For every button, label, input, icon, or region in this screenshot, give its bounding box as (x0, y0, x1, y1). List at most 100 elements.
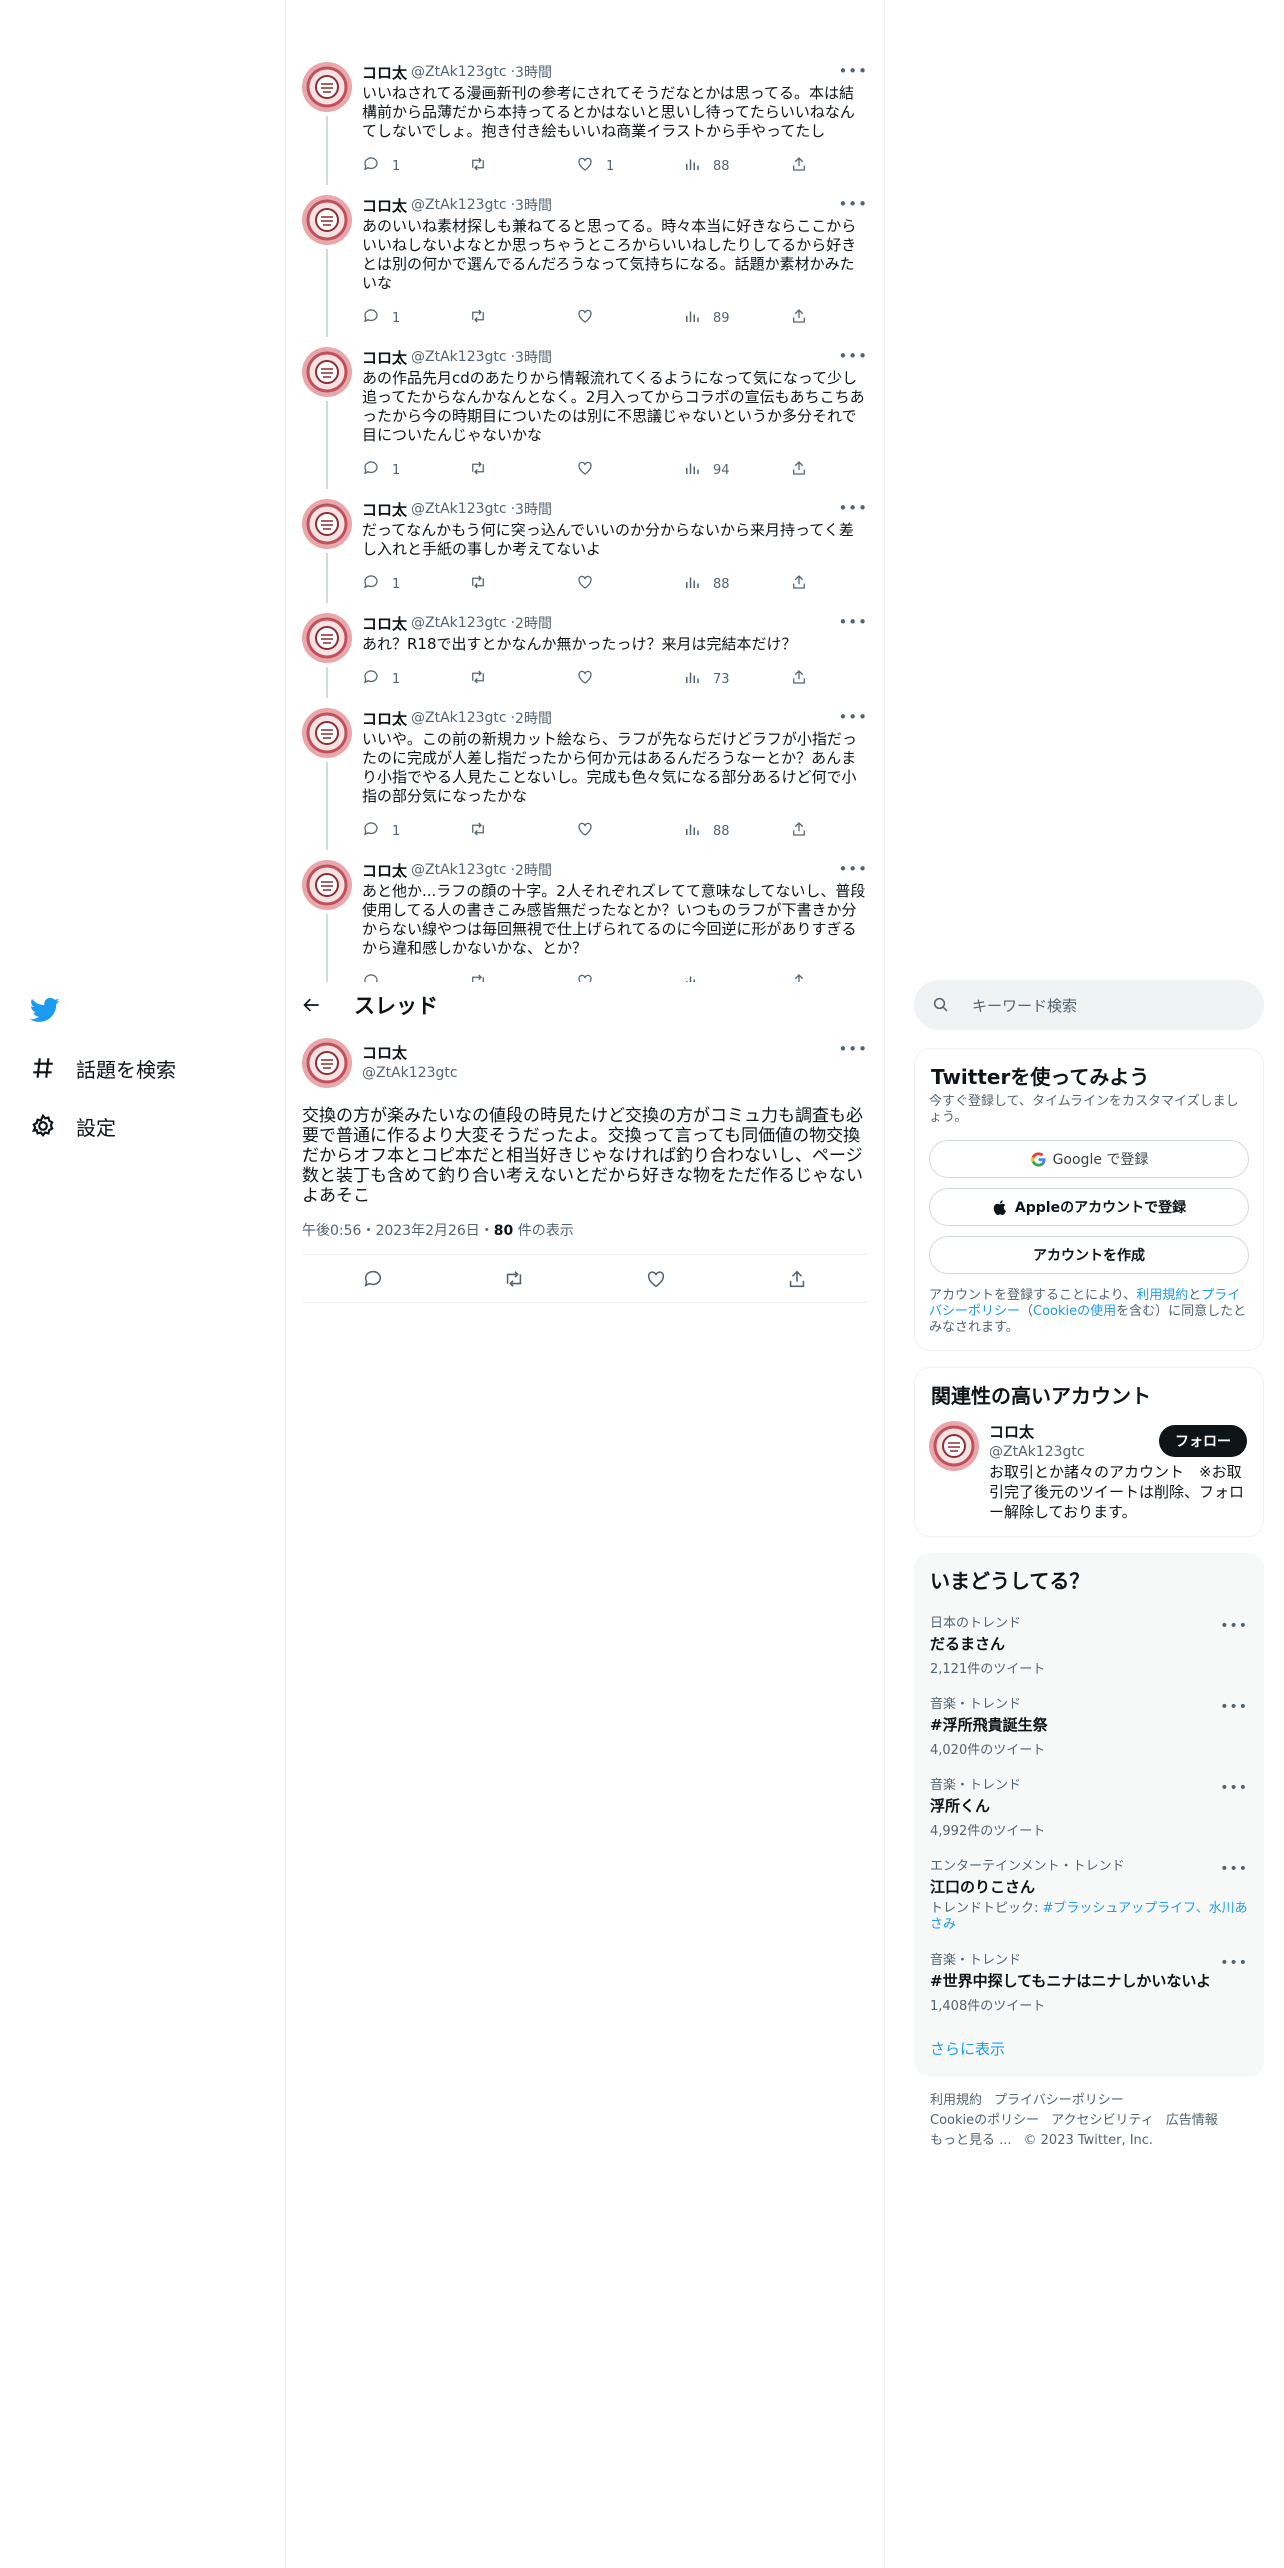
footer-ads[interactable]: 広告情報 (1166, 2113, 1218, 2128)
like-button[interactable] (576, 307, 666, 329)
user-handle[interactable]: @ZtAk123gtc (411, 197, 507, 213)
reply-button[interactable] (362, 972, 452, 982)
user-handle[interactable]: @ZtAk123gtc (362, 1065, 458, 1081)
share-button[interactable] (790, 459, 808, 481)
more-options-icon[interactable]: ••• (1220, 1780, 1248, 1796)
tweet-time[interactable]: 2時間 (515, 708, 552, 728)
tweet-time[interactable]: 3時間 (515, 499, 552, 519)
reply-button[interactable]: 1 (362, 459, 452, 481)
user-name[interactable]: コロ太 (362, 62, 407, 83)
avatar[interactable] (929, 1421, 979, 1471)
terms-link[interactable]: 利用規約 (1136, 1288, 1188, 1303)
retweet-button[interactable] (469, 668, 559, 690)
user-handle[interactable]: @ZtAk123gtc (411, 710, 507, 726)
share-button[interactable] (790, 573, 808, 595)
avatar[interactable] (302, 1038, 352, 1088)
avatar[interactable] (302, 62, 352, 112)
google-signup-button[interactable]: Google で登録 (929, 1140, 1249, 1178)
thread-tweet[interactable]: ••• コロ太 @ZtAk123gtc · 3時間 あのいいね素材探しも兼ねてる… (286, 185, 884, 337)
footer-privacy[interactable]: プライバシーポリシー (994, 2093, 1124, 2108)
tweet-time[interactable]: 3時間 (515, 347, 552, 367)
avatar[interactable] (302, 708, 352, 758)
footer-accessibility[interactable]: アクセシビリティ (1051, 2113, 1154, 2128)
like-button[interactable] (576, 573, 666, 595)
views-button[interactable]: 89 (683, 307, 773, 329)
more-options-icon[interactable]: ••• (838, 860, 868, 878)
thread-tweet[interactable]: ••• コロ太 @ZtAk123gtc · 3時間 だってなんかもう何に突っ込ん… (286, 489, 884, 603)
tweet-time[interactable]: 3時間 (515, 195, 552, 215)
share-button[interactable] (790, 972, 808, 982)
like-button[interactable] (576, 820, 666, 842)
user-handle[interactable]: @ZtAk123gtc (411, 862, 507, 878)
create-account-button[interactable]: アカウントを作成 (929, 1236, 1249, 1274)
retweet-button[interactable] (469, 972, 559, 982)
footer-cookie[interactable]: Cookieのポリシー (930, 2113, 1039, 2128)
more-options-icon[interactable]: ••• (1220, 1699, 1248, 1715)
reply-button[interactable]: 1 (362, 307, 452, 329)
trend-item[interactable]: ••• 音楽・トレンド #世界中探してもニナはニナしかいないよ 1,408件のツ… (914, 1941, 1264, 2022)
show-more-link[interactable]: さらに表示 (914, 2022, 1264, 2077)
reply-button[interactable]: 1 (362, 155, 452, 177)
views-button[interactable]: 88 (683, 155, 773, 177)
views-button[interactable]: 73 (683, 668, 773, 690)
reply-icon[interactable] (362, 1268, 384, 1290)
trend-item[interactable]: ••• エンターテインメント・トレンド 江口のりこさん トレンドトピック: #ブ… (914, 1847, 1264, 1941)
more-options-icon[interactable]: ••• (838, 347, 868, 365)
trend-item[interactable]: ••• 音楽・トレンド 浮所くん 4,992件のツイート (914, 1766, 1264, 1847)
share-button[interactable] (790, 307, 808, 329)
avatar[interactable] (302, 613, 352, 663)
retweet-button[interactable] (469, 459, 559, 481)
tweet-timestamp[interactable]: 午後0:56・2023年2月26日・ (302, 1223, 494, 1239)
tweet-time[interactable]: 3時間 (515, 62, 552, 82)
user-handle[interactable]: @ZtAk123gtc (411, 501, 507, 517)
user-handle[interactable]: @ZtAk123gtc (411, 64, 507, 80)
more-options-icon[interactable]: ••• (1220, 1861, 1248, 1877)
more-options-icon[interactable]: ••• (838, 62, 868, 80)
views-button[interactable]: 88 (683, 573, 773, 595)
user-handle[interactable]: @ZtAk123gtc (411, 615, 507, 631)
views-button[interactable]: 94 (683, 459, 773, 481)
twitter-logo-icon[interactable] (30, 990, 176, 1030)
thread-tweet[interactable]: ••• コロ太 @ZtAk123gtc · 2時間 あと他か...ラフの顔の十字… (286, 850, 884, 982)
nav-explore[interactable]: 話題を検索 (30, 1048, 176, 1088)
more-options-icon[interactable]: ••• (1220, 1955, 1248, 1971)
trend-item[interactable]: ••• 日本のトレンド だるまさん 2,121件のツイート (914, 1604, 1264, 1685)
retweet-button[interactable] (469, 155, 559, 177)
nav-settings[interactable]: 設定 (30, 1106, 176, 1146)
thread-tweet[interactable]: ••• コロ太 @ZtAk123gtc · 3時間 いいねされてる漫画新刊の参考… (286, 52, 884, 185)
user-name[interactable]: コロ太 (362, 860, 407, 881)
back-arrow-icon[interactable] (302, 995, 322, 1015)
user-name[interactable]: コロ太 (362, 347, 407, 368)
apple-signup-button[interactable]: Appleのアカウントで登録 (929, 1188, 1249, 1226)
trend-item[interactable]: ••• 音楽・トレンド #浮所飛貴誕生祭 4,020件のツイート (914, 1685, 1264, 1766)
footer-more[interactable]: もっと見る ... (930, 2133, 1012, 2148)
cookie-link[interactable]: Cookieの使用 (1033, 1304, 1116, 1319)
reply-button[interactable]: 1 (362, 573, 452, 595)
related-account[interactable]: コロ太 @ZtAk123gtc お取引とか諸々のアカウント ※お取引完了後元のツ… (915, 1413, 1263, 1536)
thread-tweet[interactable]: ••• コロ太 @ZtAk123gtc · 3時間 あの作品先月cdのあたりから… (286, 337, 884, 489)
share-button[interactable] (790, 820, 808, 842)
like-icon[interactable] (645, 1268, 667, 1290)
retweet-icon[interactable] (503, 1268, 525, 1290)
views-button[interactable]: 88 (683, 820, 773, 842)
user-name[interactable]: コロ太 (362, 195, 407, 216)
user-name[interactable]: コロ太 (362, 1042, 458, 1063)
thread-tweet[interactable]: ••• コロ太 @ZtAk123gtc · 2時間 いいや。この前の新規カット絵… (286, 698, 884, 850)
footer-terms[interactable]: 利用規約 (930, 2093, 982, 2108)
user-name[interactable]: コロ太 (362, 499, 407, 520)
more-options-icon[interactable]: ••• (838, 499, 868, 517)
like-button[interactable] (576, 459, 666, 481)
more-options-icon[interactable]: ••• (838, 1040, 868, 1058)
avatar[interactable] (302, 499, 352, 549)
thread-tweet[interactable]: ••• コロ太 @ZtAk123gtc · 2時間 あれ？R18で出すとかなんか… (286, 603, 884, 698)
user-handle[interactable]: @ZtAk123gtc (411, 349, 507, 365)
follow-button[interactable]: フォロー (1159, 1425, 1247, 1457)
more-options-icon[interactable]: ••• (838, 613, 868, 631)
retweet-button[interactable] (469, 307, 559, 329)
more-options-icon[interactable]: ••• (1220, 1618, 1248, 1634)
avatar[interactable] (302, 347, 352, 397)
avatar[interactable] (302, 195, 352, 245)
reply-button[interactable]: 1 (362, 820, 452, 842)
views-button[interactable] (683, 972, 773, 982)
user-name[interactable]: コロ太 (362, 613, 407, 634)
